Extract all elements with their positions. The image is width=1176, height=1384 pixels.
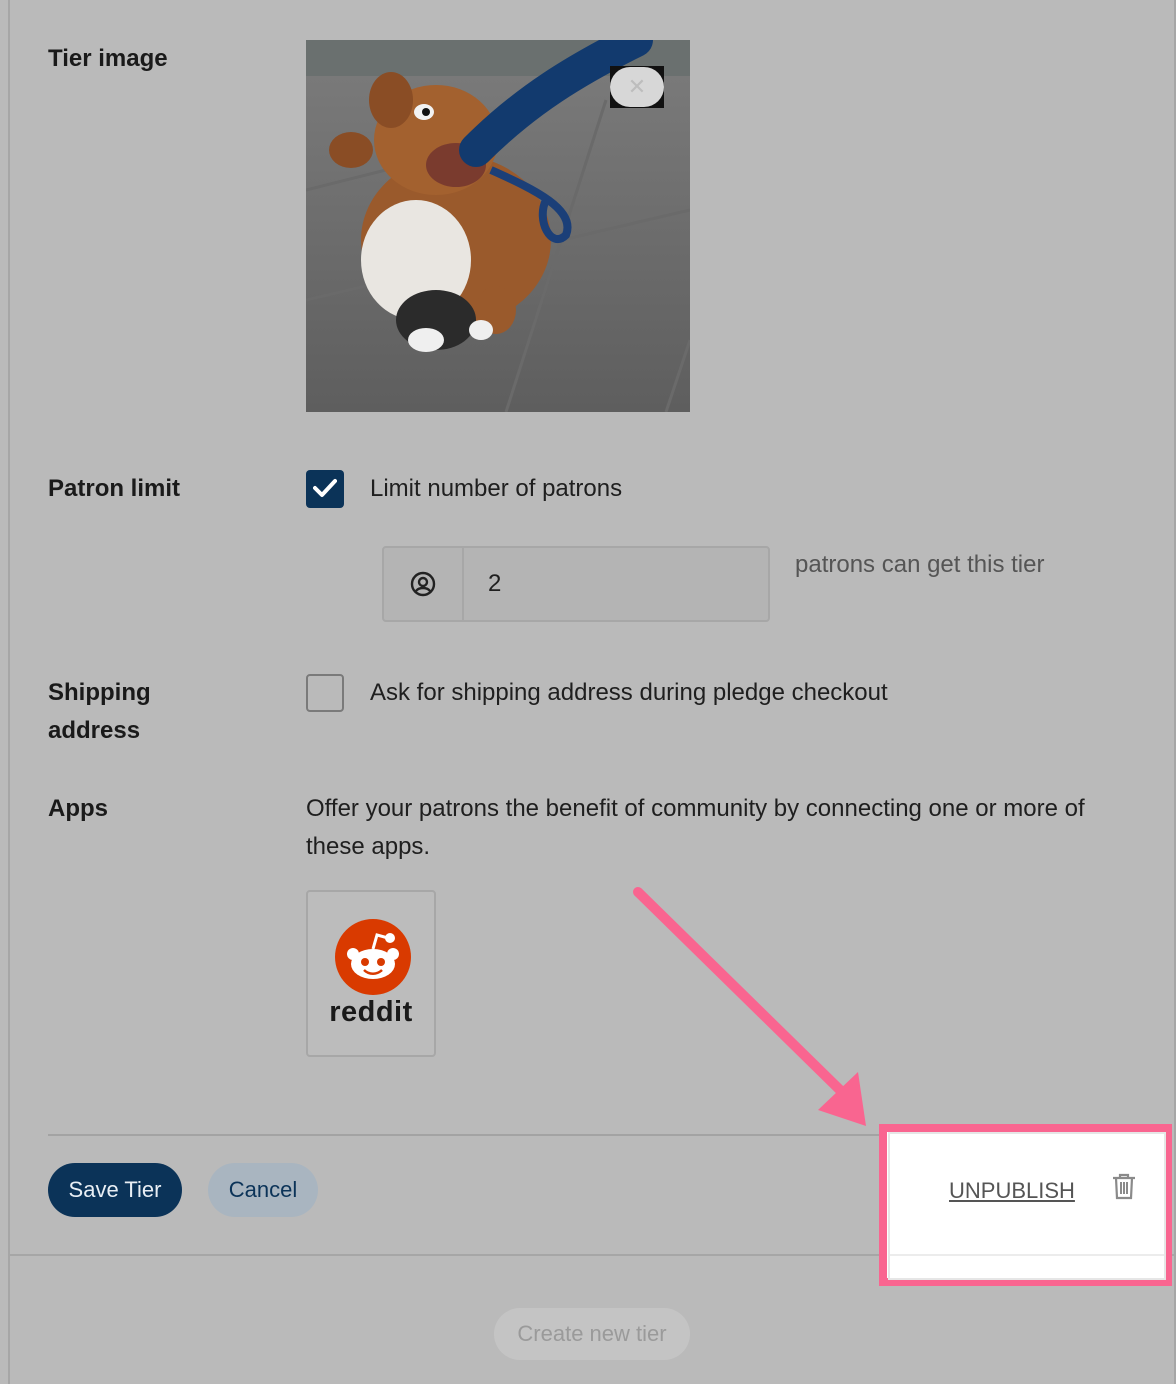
panel-divider xyxy=(890,1254,1164,1256)
user-circle-icon xyxy=(410,571,436,597)
cancel-button[interactable]: Cancel xyxy=(208,1163,318,1217)
patron-limit-label: Patron limit xyxy=(48,475,181,502)
reddit-app-card[interactable]: reddit xyxy=(306,890,436,1057)
close-icon: ✕ xyxy=(610,67,664,107)
shipping-address-checkbox-label: Ask for shipping address during pledge c… xyxy=(370,679,888,706)
remove-image-button[interactable]: ✕ xyxy=(610,66,664,108)
create-new-tier-button[interactable]: Create new tier xyxy=(494,1308,690,1360)
shipping-address-checkbox[interactable] xyxy=(306,674,344,712)
apps-description: Offer your patrons the benefit of commun… xyxy=(306,795,1085,860)
reddit-logo-icon xyxy=(335,919,411,995)
limit-patrons-label: Limit number of patrons xyxy=(370,475,623,502)
shipping-label-line1: Shipping xyxy=(48,679,151,706)
limit-patrons-checkbox[interactable] xyxy=(306,470,344,508)
left-border xyxy=(8,0,10,1384)
trash-icon[interactable] xyxy=(1111,1172,1137,1200)
input-prefix xyxy=(384,548,464,620)
unpublish-link[interactable]: UNPUBLISH xyxy=(949,1172,1075,1210)
reddit-app-name: reddit xyxy=(329,996,413,1028)
patron-limit-suffix: patrons can get this tier xyxy=(795,551,1045,578)
patron-limit-value[interactable]: 2 xyxy=(464,548,768,620)
apps-label: Apps xyxy=(48,795,108,822)
tier-image-label: Tier image xyxy=(48,45,168,72)
checkmark-icon xyxy=(313,479,337,497)
patron-limit-input[interactable]: 2 xyxy=(382,546,770,622)
save-tier-button[interactable]: Save Tier xyxy=(48,1163,182,1217)
shipping-label-line2: address xyxy=(48,717,141,744)
